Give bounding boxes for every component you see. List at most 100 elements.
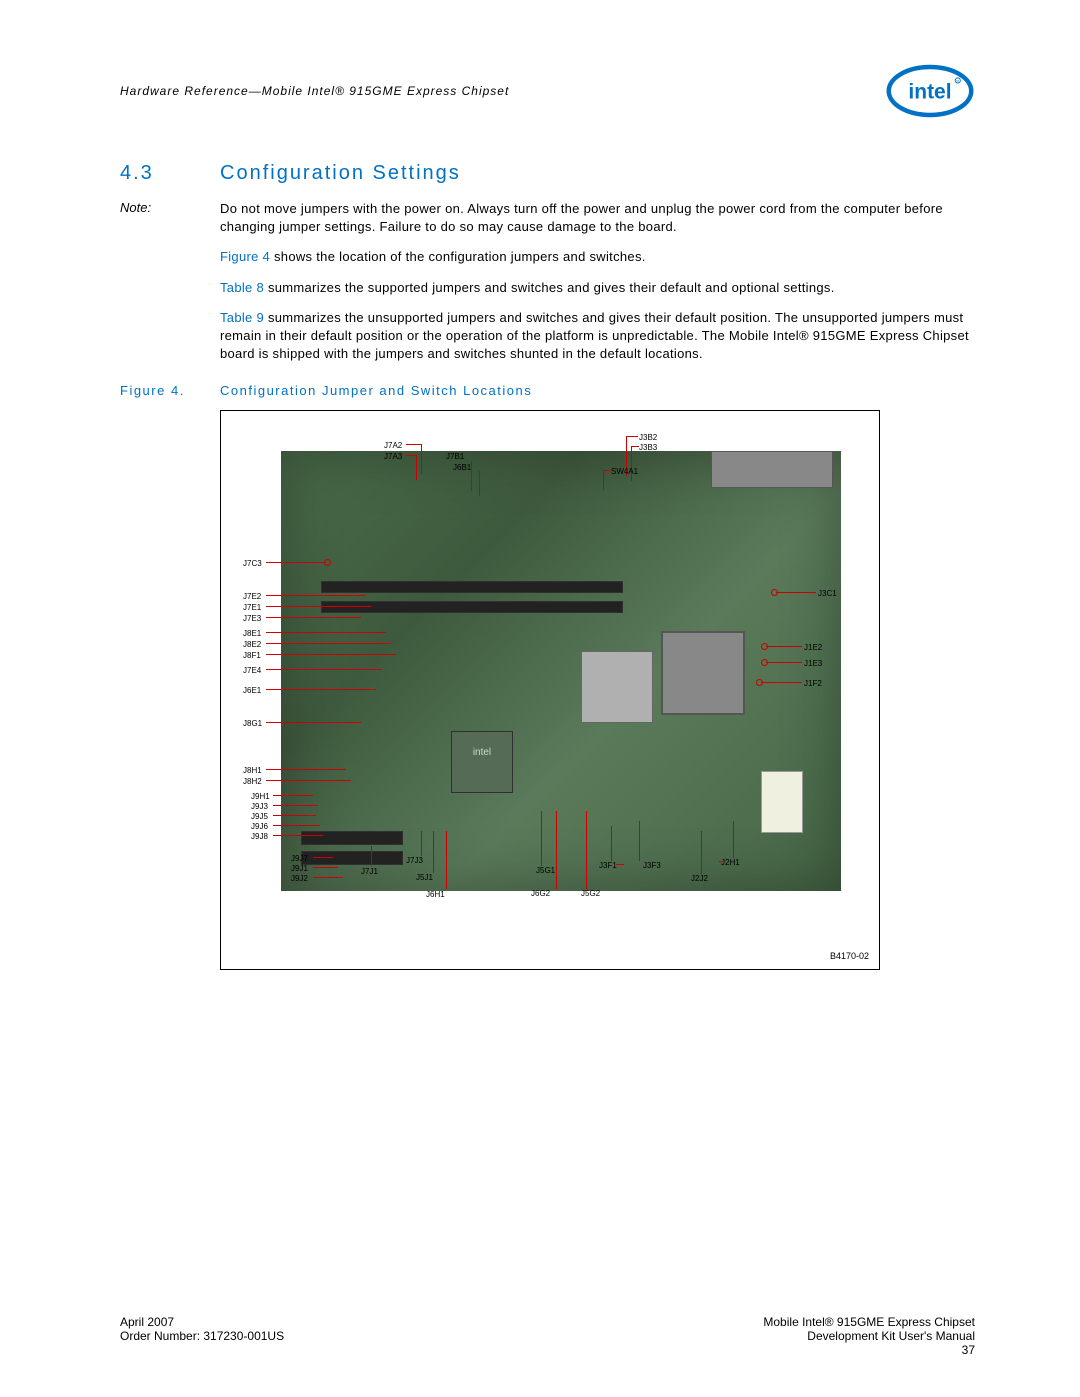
pointer-line <box>603 470 611 471</box>
jumper-label: J8E2 <box>243 640 261 649</box>
pointer-line <box>616 864 624 865</box>
jumper-label: J9J5 <box>251 812 268 821</box>
jumper-label: J3F3 <box>643 861 661 870</box>
pointer-line <box>766 646 802 647</box>
jumper-label: J7C3 <box>243 559 262 568</box>
northbridge-chip <box>581 651 653 723</box>
table-8-link[interactable]: Table 8 <box>220 280 264 295</box>
pointer-line <box>273 825 320 826</box>
paragraph-2: Table 8 summarizes the supported jumpers… <box>120 279 975 297</box>
intel-logo-icon: intel R <box>885 60 975 122</box>
footer-right: Mobile Intel® 915GME Express Chipset Dev… <box>763 1315 975 1357</box>
jumper-label: J6B1 <box>453 463 471 472</box>
pointer-line <box>266 769 346 770</box>
pointer-line <box>266 632 386 633</box>
section-title: Configuration Settings <box>220 162 461 185</box>
page-footer: April 2007 Order Number: 317230-001US Mo… <box>120 1315 975 1357</box>
jumper-label: J3C1 <box>818 589 837 598</box>
pointer-line <box>421 831 422 856</box>
pointer-line <box>446 831 447 889</box>
footer-date: April 2007 <box>120 1315 284 1329</box>
note-text: Do not move jumpers with the power on. A… <box>220 200 975 236</box>
section-number: 4.3 <box>120 162 220 185</box>
pointer-line <box>406 444 421 445</box>
pointer-line <box>626 436 638 437</box>
pointer-line <box>266 722 361 723</box>
pointer-line <box>266 654 396 655</box>
pointer-line <box>266 606 371 607</box>
pointer-line <box>266 562 326 563</box>
jumper-label: J7A3 <box>384 452 402 461</box>
jumper-label: J7A2 <box>384 441 402 450</box>
pointer-line <box>273 835 323 836</box>
page-container: Hardware Reference—Mobile Intel® 915GME … <box>0 0 1080 1397</box>
svg-text:intel: intel <box>908 81 951 104</box>
jumper-label: J6H1 <box>426 890 445 899</box>
pointer-line <box>273 805 318 806</box>
pointer-line <box>266 669 381 670</box>
footer-order-number: Order Number: 317230-001US <box>120 1329 284 1343</box>
pointer-line <box>701 831 702 874</box>
pointer-line <box>266 689 376 690</box>
pointer-line <box>416 455 417 480</box>
ram-slot <box>321 581 623 593</box>
pointer-line <box>776 592 816 593</box>
footer-left: April 2007 Order Number: 317230-001US <box>120 1315 284 1357</box>
paragraph-1: Figure 4 shows the location of the confi… <box>120 248 975 266</box>
p3-text: summarizes the unsupported jumpers and s… <box>220 310 969 361</box>
jumper-label: J7B1 <box>446 452 464 461</box>
p2-text: summarizes the supported jumpers and swi… <box>264 280 835 295</box>
jumper-label: J5J1 <box>416 873 433 882</box>
figure-title: Configuration Jumper and Switch Location… <box>220 383 532 398</box>
table-9-link[interactable]: Table 9 <box>220 310 264 325</box>
pointer-line <box>266 780 351 781</box>
jumper-label: J8H2 <box>243 777 262 786</box>
pointer-line <box>639 821 640 861</box>
svg-text:R: R <box>956 79 959 83</box>
jumper-label: J1E2 <box>804 643 822 652</box>
jumper-label: J6G2 <box>531 889 550 898</box>
jumper-label: J8E1 <box>243 629 261 638</box>
jumper-label: J9J7 <box>291 854 308 863</box>
power-connector <box>761 771 803 833</box>
pointer-line <box>371 846 372 866</box>
pointer-line <box>766 662 802 663</box>
jumper-label: J9J3 <box>251 802 268 811</box>
figure-4-link[interactable]: Figure 4 <box>220 249 270 264</box>
pointer-line <box>733 821 734 858</box>
jumper-label: J6E1 <box>243 686 261 695</box>
pointer-line <box>421 444 422 474</box>
pointer-line <box>541 811 542 866</box>
footer-manual: Development Kit User's Manual <box>763 1329 975 1343</box>
pointer-line <box>313 867 338 868</box>
jumper-label: J5G1 <box>536 866 555 875</box>
pointer-line <box>266 643 391 644</box>
pointer-line <box>266 617 361 618</box>
note-label: Note: <box>120 200 220 236</box>
pointer-line <box>631 446 639 447</box>
pointer-line <box>313 857 333 858</box>
jumper-label: J3F1 <box>599 861 617 870</box>
io-backplate <box>711 451 833 488</box>
pointer-line <box>273 815 316 816</box>
pointer-line <box>273 795 313 796</box>
jumper-label: J7E4 <box>243 666 261 675</box>
jumper-label: J2H1 <box>721 858 740 867</box>
pointer-line <box>266 595 366 596</box>
jumper-label: J2J2 <box>691 874 708 883</box>
footer-product: Mobile Intel® 915GME Express Chipset <box>763 1315 975 1329</box>
paragraph-3: Table 9 summarizes the unsupported jumpe… <box>120 309 975 364</box>
pointer-line <box>433 831 434 873</box>
jumper-label: J8F1 <box>243 651 261 660</box>
jumper-label: J7J3 <box>406 856 423 865</box>
pci-slot <box>301 851 403 865</box>
figure-caption: Figure 4. Configuration Jumper and Switc… <box>120 383 975 398</box>
ram-slot <box>321 601 623 613</box>
jumper-label: J7E2 <box>243 592 261 601</box>
jumper-label: J9J2 <box>291 874 308 883</box>
footer-page-number: 37 <box>763 1343 975 1357</box>
jumper-label: J7E3 <box>243 614 261 623</box>
jumper-label: J3B2 <box>639 433 657 442</box>
section-heading: 4.3 Configuration Settings <box>120 162 975 185</box>
p1-text: shows the location of the configuration … <box>270 249 646 264</box>
